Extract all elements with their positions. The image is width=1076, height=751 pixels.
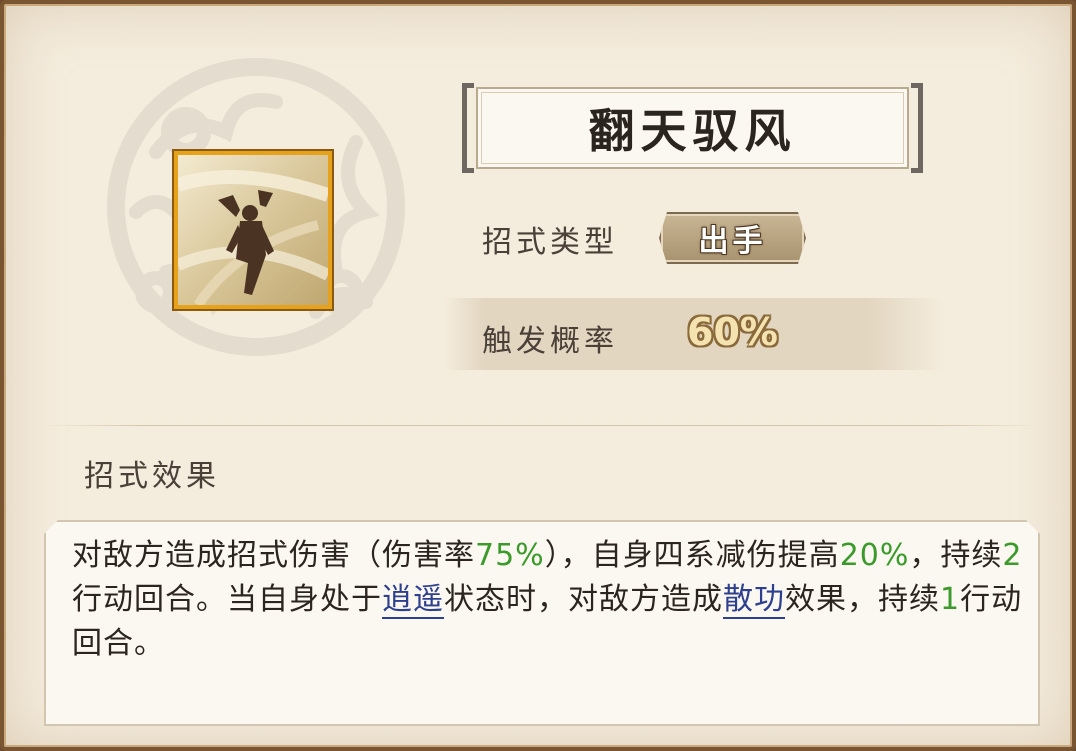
desc-duration-2: 1 [940, 582, 961, 617]
desc-text-4: 行动回合。当自身处于 [72, 582, 382, 617]
wind-warrior-skill-icon [174, 151, 332, 309]
effect-heading: 招式效果 [84, 459, 220, 494]
desc-damage-rate: 75% [475, 538, 545, 573]
desc-text-6: 效果，持续 [785, 582, 940, 617]
skill-type-label: 招式类型 [482, 225, 618, 260]
trigger-rate-value: 60% [687, 310, 778, 354]
desc-reduction-value: 20% [839, 538, 910, 573]
skill-title-plaque: 翻天驭风 [462, 83, 923, 173]
skill-detail-panel: 翻天驭风 招式类型 出手 触发概率 60% 招式效果 对敌方造成招式伤害（伤害率… [0, 0, 1076, 751]
status-link-sangong[interactable]: 散功 [723, 582, 785, 619]
status-link-xiaoyao[interactable]: 逍遥 [382, 582, 444, 619]
trigger-rate-label: 触发概率 [482, 324, 618, 359]
section-divider [42, 425, 1042, 426]
desc-text-2: ），自身四系减伤提高 [544, 538, 840, 573]
skill-name: 翻天驭风 [588, 104, 797, 158]
title-right-bracket [911, 83, 923, 173]
desc-duration-1: 2 [1002, 538, 1023, 573]
title-left-bracket [462, 83, 474, 173]
skill-type-value: 出手 [698, 224, 767, 259]
skill-type-badge: 出手 [659, 212, 806, 264]
desc-text-1: 对敌方造成招式伤害（伤害率 [72, 538, 475, 573]
desc-text-3: ，持续 [909, 538, 1003, 573]
desc-text-5: 状态时，对敌方造成 [444, 582, 723, 617]
effect-description: 对敌方造成招式伤害（伤害率75%），自身四系减伤提高20%，持续2 行动回合。当自… [72, 534, 1032, 666]
